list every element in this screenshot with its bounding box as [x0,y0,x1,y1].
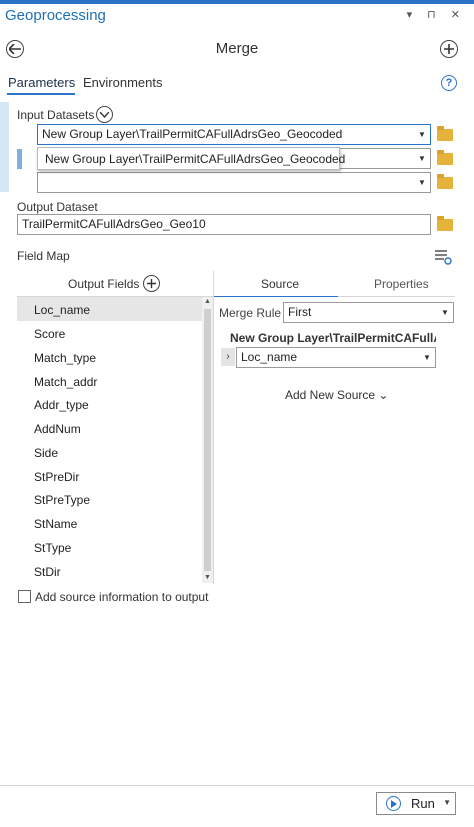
dropdown-arrow-icon[interactable]: ▼ [416,152,428,165]
field-item[interactable]: Loc_name [34,303,90,317]
row-drag-handle[interactable] [17,149,22,169]
dropdown-arrow-icon[interactable]: ▼ [416,128,428,141]
play-icon [386,796,401,811]
footer-divider [0,785,474,786]
field-map-options-icon[interactable] [435,249,453,268]
autocomplete-option[interactable]: New Group Layer\TrailPermitCAFullAdrsGeo… [45,152,345,166]
plus-icon [147,279,156,288]
tab-source[interactable]: Source [261,277,299,291]
dropdown-arrow-icon[interactable]: ▼ [416,176,428,189]
field-item[interactable]: StDir [34,565,61,579]
field-item[interactable]: StPreDir [34,470,79,484]
source-tab-indicator [214,296,338,297]
help-icon[interactable]: ? [441,75,457,91]
input-dataset-1[interactable]: New Group Layer\TrailPermitCAFullAdrsGeo… [37,124,431,145]
run-button[interactable]: Run ▼ [376,792,456,815]
field-map-label: Field Map [17,249,70,263]
active-tab-indicator [7,93,75,95]
list-settings-icon [435,250,452,265]
add-source-info-label: Add source information to output [35,590,209,604]
run-label: Run [411,796,435,811]
output-fields-header: Output Fields [68,277,140,291]
merge-rule-value: First [288,305,312,319]
pane-title: Geoprocessing [5,7,106,24]
expand-source-icon[interactable]: › [221,348,235,366]
input-dataset-1-value: New Group Layer\TrailPermitCAFullAdrsGeo… [42,127,343,141]
scroll-up-icon[interactable]: ▲ [204,298,211,305]
field-item[interactable]: Match_addr [34,375,97,389]
output-dataset-label: Output Dataset [17,200,98,214]
tab-divider [338,296,455,297]
tab-environments[interactable]: Environments [83,75,162,90]
field-item[interactable]: AddNum [34,422,81,436]
field-item[interactable]: StPreType [34,493,90,507]
autocomplete-popup[interactable]: New Group Layer\TrailPermitCAFullAdrsGeo… [37,147,345,170]
field-item[interactable]: Match_type [34,351,96,365]
input-datasets-expand-button[interactable] [96,106,113,123]
input-datasets-label: Input Datasets [17,108,95,122]
dropdown-arrow-icon[interactable]: ▼ [421,351,433,364]
field-item[interactable]: Side [34,446,58,460]
source-layer-name: New Group Layer\TrailPermitCAFullA [230,331,436,345]
field-item[interactable]: Addr_type [34,398,89,412]
add-output-field-button[interactable] [143,275,160,292]
output-dataset-value: TrailPermitCAFullAdrsGeo_Geo10 [22,217,206,231]
chevron-down-icon [100,111,109,118]
field-item[interactable]: StType [34,541,71,555]
pane-window-controls[interactable]: ▾ ⊓ ✕ [407,8,466,21]
scroll-thumb[interactable] [204,309,211,571]
folder-icon[interactable] [437,150,453,165]
add-source-info-checkbox[interactable] [18,590,31,603]
source-field-value: Loc_name [241,350,298,364]
field-item[interactable]: StName [34,517,77,531]
folder-icon[interactable] [437,126,453,141]
tab-parameters[interactable]: Parameters [8,75,75,90]
tool-title: Merge [215,40,259,57]
folder-icon[interactable] [437,216,453,231]
active-parameter-highlight [0,102,9,192]
merge-rule-label: Merge Rule [219,306,282,320]
add-button[interactable] [440,40,458,58]
tab-properties[interactable]: Properties [374,277,429,291]
input-dataset-3[interactable]: ▼ [37,172,431,193]
plus-icon [444,44,454,54]
dropdown-arrow-icon[interactable]: ▼ [439,306,451,319]
add-new-source-button[interactable]: Add New Source ⌄ [285,388,388,402]
window-top-accent [0,0,474,4]
source-field-select[interactable]: Loc_name ▼ [236,347,436,368]
scroll-down-icon[interactable]: ▼ [204,574,211,581]
run-options-arrow-icon[interactable]: ▼ [443,798,451,807]
merge-rule-select[interactable]: First ▼ [283,302,454,323]
folder-icon[interactable] [437,174,453,189]
output-dataset-field[interactable]: TrailPermitCAFullAdrsGeo_Geo10 [17,214,431,235]
field-item[interactable]: Score [34,327,65,341]
